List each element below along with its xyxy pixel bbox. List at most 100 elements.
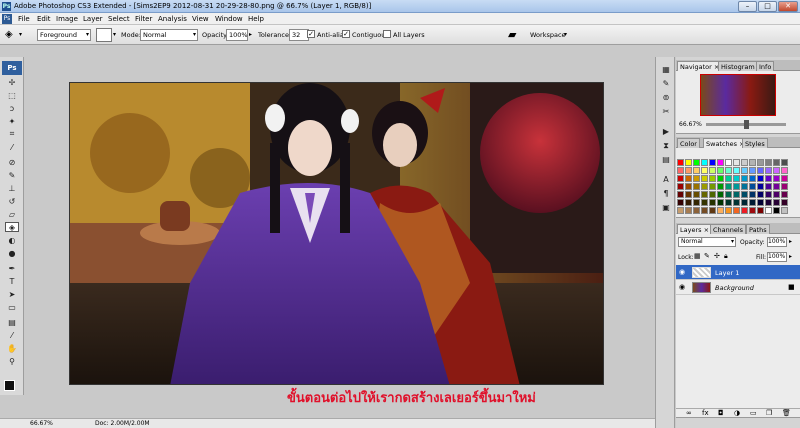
- path-selection-tool-icon[interactable]: ➤: [5, 289, 19, 299]
- color-swatch[interactable]: [685, 207, 692, 214]
- visibility-eye-icon[interactable]: ◉: [679, 283, 685, 291]
- bridge-icon[interactable]: ▰: [508, 28, 516, 41]
- menu-help[interactable]: Help: [245, 14, 267, 24]
- tab-navigator[interactable]: Navigator ×: [677, 61, 723, 71]
- color-swatch[interactable]: [757, 175, 764, 182]
- color-swatch[interactable]: [725, 167, 732, 174]
- color-swatch[interactable]: [749, 183, 756, 190]
- color-swatch[interactable]: [733, 183, 740, 190]
- color-swatch[interactable]: [677, 175, 684, 182]
- mode-select[interactable]: Normal ▾: [140, 29, 198, 41]
- layer-style-icon[interactable]: fx: [702, 409, 709, 417]
- eyedropper-sample-tool-icon[interactable]: ⁄: [5, 330, 19, 340]
- foreground-color-swatch[interactable]: [4, 380, 15, 391]
- anti-alias-checkbox[interactable]: ✓: [307, 30, 315, 38]
- move-tool-icon[interactable]: ✢: [5, 77, 19, 87]
- color-swatch[interactable]: [677, 207, 684, 214]
- color-swatch[interactable]: [765, 175, 772, 182]
- navigator-thumbnail[interactable]: [700, 74, 776, 116]
- menu-analysis[interactable]: Analysis: [155, 14, 190, 24]
- color-swatch[interactable]: [717, 175, 724, 182]
- crop-tool-icon[interactable]: ⌗: [5, 129, 19, 139]
- menu-layer[interactable]: Layer: [80, 14, 106, 24]
- color-swatch[interactable]: [677, 183, 684, 190]
- healing-brush-tool-icon[interactable]: ⊘: [5, 157, 19, 167]
- color-swatch[interactable]: [741, 207, 748, 214]
- color-swatch[interactable]: [781, 191, 788, 198]
- color-swatch[interactable]: [725, 159, 732, 166]
- color-swatch[interactable]: [765, 159, 772, 166]
- histogram-panel-icon[interactable]: ▦: [660, 65, 672, 75]
- color-swatch[interactable]: [757, 207, 764, 214]
- color-swatch[interactable]: [741, 199, 748, 206]
- color-swatch[interactable]: [709, 183, 716, 190]
- adjustment-layer-icon[interactable]: ◑: [734, 409, 740, 417]
- pen-tool-icon[interactable]: ✒: [5, 263, 19, 273]
- opacity-input[interactable]: 100%: [226, 29, 248, 41]
- new-group-icon[interactable]: ▭: [750, 409, 757, 417]
- link-layers-icon[interactable]: ∞: [686, 409, 692, 417]
- menu-edit[interactable]: Edit: [34, 14, 54, 24]
- color-swatch[interactable]: [717, 183, 724, 190]
- color-swatch[interactable]: [781, 159, 788, 166]
- color-swatch[interactable]: [765, 199, 772, 206]
- color-swatch[interactable]: [693, 183, 700, 190]
- clone-source-panel-icon[interactable]: ⊚: [660, 93, 672, 103]
- menu-select[interactable]: Select: [105, 14, 133, 24]
- type-tool-icon[interactable]: T: [5, 276, 19, 286]
- color-swatch[interactable]: [685, 199, 692, 206]
- navigator-slider-handle[interactable]: [744, 120, 749, 129]
- color-swatch[interactable]: [741, 183, 748, 190]
- color-swatch[interactable]: [733, 199, 740, 206]
- color-swatch[interactable]: [709, 207, 716, 214]
- color-swatch[interactable]: [757, 183, 764, 190]
- color-swatch[interactable]: [773, 199, 780, 206]
- color-swatch[interactable]: [701, 167, 708, 174]
- color-swatch[interactable]: [725, 191, 732, 198]
- color-swatch[interactable]: [701, 159, 708, 166]
- tab-color[interactable]: Color: [677, 138, 700, 148]
- color-swatch[interactable]: [773, 167, 780, 174]
- menu-file[interactable]: File: [15, 14, 33, 24]
- chevron-right-icon[interactable]: ▸: [789, 238, 792, 245]
- minimize-button[interactable]: –: [738, 1, 757, 12]
- color-swatch[interactable]: [741, 191, 748, 198]
- color-swatch[interactable]: [677, 159, 684, 166]
- color-swatch[interactable]: [749, 191, 756, 198]
- color-swatch[interactable]: [781, 183, 788, 190]
- color-swatch[interactable]: [709, 159, 716, 166]
- maximize-button[interactable]: □: [758, 1, 777, 12]
- info-panel-icon[interactable]: ▣: [660, 203, 672, 213]
- color-swatch[interactable]: [693, 175, 700, 182]
- paint-bucket-icon[interactable]: ◈: [5, 29, 13, 40]
- color-swatch[interactable]: [677, 191, 684, 198]
- color-swatch[interactable]: [733, 159, 740, 166]
- fill-input[interactable]: 100%: [767, 252, 787, 262]
- color-swatch[interactable]: [725, 183, 732, 190]
- color-swatch[interactable]: [717, 199, 724, 206]
- pattern-picker[interactable]: [96, 28, 112, 42]
- layer-opacity-input[interactable]: 100%: [767, 237, 787, 247]
- color-swatch[interactable]: [717, 191, 724, 198]
- chevron-down-icon[interactable]: ▾: [113, 31, 116, 38]
- visibility-eye-icon[interactable]: ◉: [679, 268, 685, 276]
- menu-filter[interactable]: Filter: [132, 14, 155, 24]
- color-swatch[interactable]: [693, 159, 700, 166]
- color-swatch[interactable]: [701, 199, 708, 206]
- color-swatch[interactable]: [757, 167, 764, 174]
- color-swatch[interactable]: [773, 159, 780, 166]
- color-swatch[interactable]: [781, 207, 788, 214]
- color-swatch[interactable]: [733, 175, 740, 182]
- color-swatch[interactable]: [685, 159, 692, 166]
- brushes-panel-icon[interactable]: ✎: [660, 79, 672, 89]
- color-swatch[interactable]: [709, 167, 716, 174]
- tab-info[interactable]: Info: [756, 61, 775, 71]
- color-swatch[interactable]: [773, 183, 780, 190]
- tab-layers[interactable]: Layers ×: [677, 224, 713, 234]
- color-swatch[interactable]: [677, 199, 684, 206]
- history-panel-icon[interactable]: ⧗: [660, 141, 672, 151]
- color-swatch[interactable]: [765, 191, 772, 198]
- tab-channels[interactable]: Channels: [710, 224, 747, 234]
- lock-image-icon[interactable]: ✎: [704, 252, 710, 260]
- eraser-tool-icon[interactable]: ▱: [5, 209, 19, 219]
